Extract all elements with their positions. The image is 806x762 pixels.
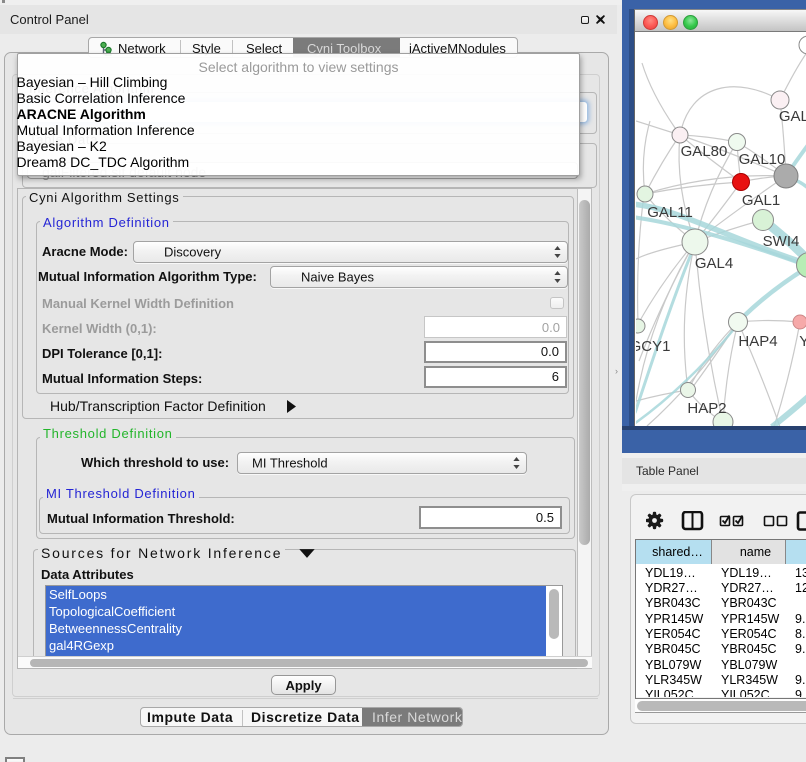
svg-text:GAL2: GAL2 [779,108,806,125]
svg-text:GAL80: GAL80 [681,143,728,160]
svg-text:HAP2: HAP2 [687,400,726,417]
svg-text:GAL10: GAL10 [739,151,786,168]
svg-text:GAL4: GAL4 [695,255,733,272]
svg-text:SWI4: SWI4 [763,233,800,250]
svg-text:GAL11: GAL11 [647,204,693,221]
svg-text:HAP4: HAP4 [738,333,777,350]
svg-text:YJ: YJ [799,333,806,350]
svg-text:GCY1: GCY1 [636,338,670,355]
svg-text:GAL1: GAL1 [742,192,780,209]
